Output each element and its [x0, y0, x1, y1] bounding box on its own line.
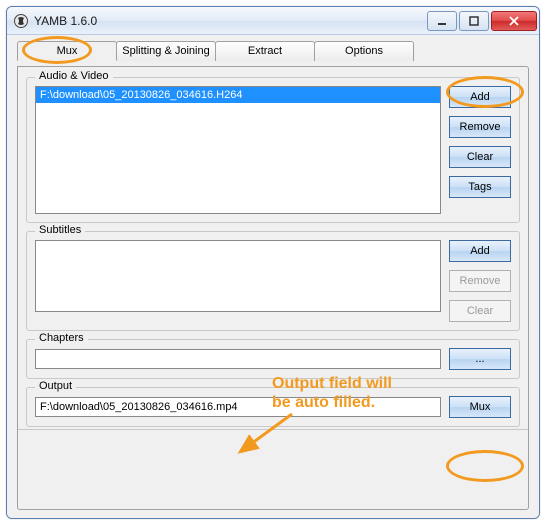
group-label-output: Output [35, 380, 76, 392]
sub-clear-button: Clear [449, 300, 511, 322]
tab-extract[interactable]: Extract [215, 41, 315, 61]
av-file-list[interactable]: F:\download\05_20130826_034616.H264 [35, 86, 441, 214]
group-label-chapters: Chapters [35, 332, 88, 344]
mux-button[interactable]: Mux [449, 396, 511, 418]
group-output: Output Mux [26, 387, 520, 427]
subtitles-file-list[interactable] [35, 240, 441, 312]
tab-splitting-joining[interactable]: Splitting & Joining [116, 41, 216, 61]
title-bar: YAMB 1.6.0 [7, 7, 539, 35]
status-bar [18, 429, 528, 447]
tab-options[interactable]: Options [314, 41, 414, 61]
group-subtitles: Subtitles Add Remove Clear [26, 231, 520, 331]
chapters-input[interactable] [35, 349, 441, 369]
chapters-browse-button[interactable]: ... [449, 348, 511, 370]
group-chapters: Chapters ... [26, 339, 520, 379]
tab-bar: Mux Splitting & Joining Extract Options [17, 41, 529, 61]
maximize-button[interactable] [459, 11, 489, 31]
tab-mux[interactable]: Mux [17, 41, 117, 61]
window-content: Mux Splitting & Joining Extract Options … [7, 35, 539, 518]
window-controls [425, 11, 537, 31]
sub-add-button[interactable]: Add [449, 240, 511, 262]
app-icon [13, 13, 29, 29]
group-label-subtitles: Subtitles [35, 224, 85, 236]
av-add-button[interactable]: Add [449, 86, 511, 108]
minimize-button[interactable] [427, 11, 457, 31]
window-title: YAMB 1.6.0 [34, 14, 425, 28]
av-remove-button[interactable]: Remove [449, 116, 511, 138]
sub-remove-button: Remove [449, 270, 511, 292]
av-clear-button[interactable]: Clear [449, 146, 511, 168]
close-button[interactable] [491, 11, 537, 31]
group-label-av: Audio & Video [35, 70, 113, 82]
tab-panel-mux: Audio & Video F:\download\05_20130826_03… [17, 66, 529, 510]
output-input[interactable] [35, 397, 441, 417]
av-tags-button[interactable]: Tags [449, 176, 511, 198]
list-item[interactable]: F:\download\05_20130826_034616.H264 [36, 87, 440, 103]
app-window: YAMB 1.6.0 Mux Splitting & Joining Extra… [6, 6, 540, 519]
group-audio-video: Audio & Video F:\download\05_20130826_03… [26, 77, 520, 223]
